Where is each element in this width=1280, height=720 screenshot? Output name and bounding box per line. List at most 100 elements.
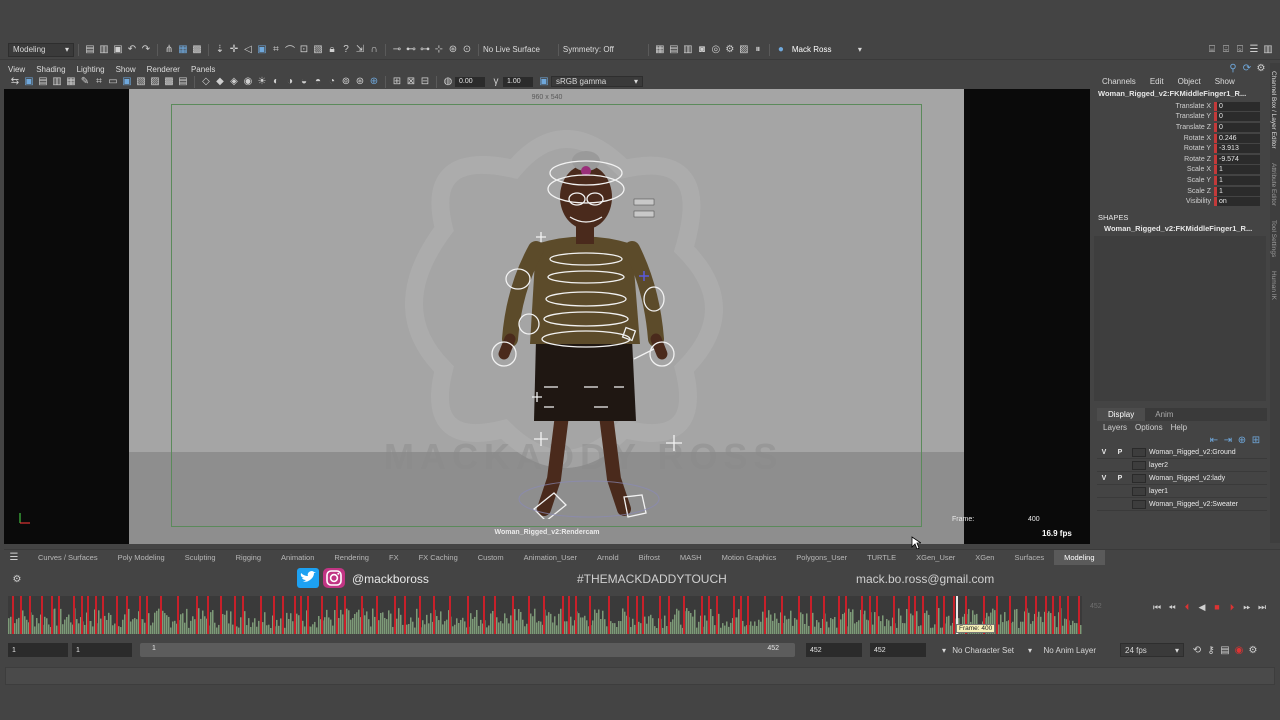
playback-end-field[interactable]: 452 [806, 643, 862, 657]
character-set-dropdown[interactable]: ▾ No Character Set [938, 643, 1018, 657]
stop-icon[interactable]: ■ [1210, 600, 1224, 614]
shelf-menu-icon[interactable]: ☰ [8, 551, 20, 563]
attribute-row[interactable]: Translate Y0 [1094, 112, 1268, 123]
shelf-tab[interactable]: Rigging [226, 550, 271, 565]
cb-key-icon[interactable]: ⚲ [1227, 62, 1239, 74]
anim-layer-dropdown[interactable]: ▾ No Anim Layer [1024, 643, 1100, 657]
shape-name[interactable]: Woman_Rigged_v2:FKMiddleFinger1_R... [1094, 224, 1268, 233]
attribute-row[interactable]: Visibility on [1094, 196, 1268, 207]
save-scene-icon[interactable]: ▣ [112, 44, 124, 56]
magnet-icon[interactable]: ∩ [368, 44, 380, 56]
gamma-field[interactable]: 1.00 [503, 76, 533, 87]
playback-start-field[interactable]: 1 [72, 643, 132, 657]
shelf-tab[interactable]: Polygons_User [786, 550, 857, 565]
start-time-field[interactable]: 1 [8, 643, 68, 657]
step-forward-frame-icon[interactable]: ⏵ [1225, 600, 1239, 614]
loop-icon[interactable]: ⟲ [1191, 644, 1203, 656]
fps-dropdown[interactable]: 24 fps ▾ [1120, 643, 1184, 657]
attribute-value[interactable]: -3.913 [1214, 144, 1260, 154]
motion-blur-icon[interactable]: ◒ [298, 76, 310, 88]
channel-box-icon[interactable]: ☰ [1248, 44, 1260, 56]
attribute-row[interactable]: Rotate Y -3.913 [1094, 143, 1268, 154]
field-chart-icon[interactable]: ▨ [149, 76, 161, 88]
menu-lighting[interactable]: Lighting [77, 65, 105, 74]
select-camera-icon[interactable]: ⇆ [9, 76, 21, 88]
exposure-field[interactable]: 0.00 [455, 76, 485, 87]
attribute-row[interactable]: Scale Y1 [1094, 175, 1268, 186]
color-management-icon[interactable]: ▣ [538, 76, 550, 88]
layer-color-swatch[interactable] [1132, 499, 1146, 509]
autokey-icon[interactable]: ◉ [1233, 644, 1245, 656]
anti-aliasing-icon[interactable]: ◓ [312, 76, 324, 88]
step-forward-key-icon[interactable]: ⏩︎ [1240, 600, 1254, 614]
range-slider[interactable]: 1 452 [140, 643, 795, 657]
command-line[interactable] [5, 667, 1275, 685]
snap-grid-icon[interactable]: ⌗ [270, 44, 282, 56]
go-to-end-icon[interactable]: ⏭︎ [1255, 600, 1269, 614]
pause-icon[interactable]: ⏸︎ [752, 44, 764, 56]
layer-color-swatch[interactable] [1132, 460, 1146, 470]
select-component-icon[interactable]: ▩ [191, 44, 203, 56]
lights-icon[interactable]: ☀ [256, 76, 268, 88]
help-icon[interactable]: ? [340, 44, 352, 56]
side-tab-channel-box[interactable]: Channel Box / Layer Editor [1270, 71, 1277, 149]
frame-all-icon[interactable]: ⊠ [405, 76, 417, 88]
shelf-tab[interactable]: Poly Modeling [108, 550, 175, 565]
undo-icon[interactable]: ↶ [126, 44, 138, 56]
cb-sync-icon[interactable]: ⟳ [1241, 62, 1253, 74]
attribute-row[interactable]: Scale X1 [1094, 165, 1268, 176]
xray-joints-icon[interactable]: ⊕ [368, 76, 380, 88]
shelf-tab[interactable]: MASH [670, 550, 712, 565]
attribute-value[interactable]: 0 [1214, 122, 1260, 132]
layer-color-swatch[interactable] [1132, 486, 1146, 496]
key-icon[interactable]: ⚷ [1205, 644, 1217, 656]
layer-visibility[interactable]: V [1097, 449, 1111, 456]
shelf-tab[interactable]: Animation [271, 550, 324, 565]
new-scene-icon[interactable]: ▤ [84, 44, 96, 56]
paint-select-icon[interactable]: ▣ [256, 44, 268, 56]
wireframe-on-shaded-icon[interactable]: ◈ [228, 76, 240, 88]
snap-live-icon[interactable]: ⊹ [433, 44, 445, 56]
symmetry-label[interactable]: Symmetry: Off [563, 45, 614, 54]
2d-pan-icon[interactable]: ▦ [65, 76, 77, 88]
tab-display[interactable]: Display [1097, 408, 1146, 421]
safe-action-icon[interactable]: ▩ [163, 76, 175, 88]
layer-color-swatch[interactable] [1132, 473, 1146, 483]
isolate-select-icon[interactable]: ⊚ [340, 76, 352, 88]
wireframe-icon[interactable]: ◇ [200, 76, 212, 88]
attribute-value[interactable]: 0 [1214, 112, 1260, 122]
select-hierarchy-icon[interactable]: ⋔ [163, 44, 175, 56]
render-setup-icon[interactable]: ⚙︎ [724, 44, 736, 56]
shelf-tab[interactable]: XGen [965, 550, 1004, 565]
grease-pencil-icon[interactable]: ✎ [79, 76, 91, 88]
side-tab-tool-settings[interactable]: Tool Settings [1270, 220, 1277, 257]
lock-icon[interactable]: 🔒︎ [326, 44, 338, 56]
attribute-value[interactable]: on [1214, 197, 1260, 207]
snap-curve-icon[interactable]: ⌒ [284, 44, 296, 57]
shelf-tab[interactable]: FX Caching [409, 550, 468, 565]
lasso-icon[interactable]: ◁ [242, 44, 254, 56]
timeline[interactable] [8, 596, 1082, 634]
layer-row[interactable]: V P Woman_Rigged_v2:lady [1097, 472, 1267, 485]
new-layer-icon[interactable]: ⊕ [1236, 434, 1248, 446]
menu-show[interactable]: Show [116, 65, 136, 74]
shelf-tab[interactable]: TURTLE [857, 550, 906, 565]
attribute-value[interactable]: 1 [1214, 186, 1260, 196]
snap-align-icon[interactable]: ⊷ [405, 44, 417, 56]
shelf-tab[interactable]: Motion Graphics [712, 550, 787, 565]
layer-row[interactable]: Woman_Rigged_v2:Sweater [1097, 498, 1267, 511]
layer-visibility[interactable]: V [1097, 475, 1111, 482]
shelf-tab[interactable]: Surfaces [1004, 550, 1054, 565]
step-back-key-icon[interactable]: ⏪︎ [1165, 600, 1179, 614]
new-layer-selected-icon[interactable]: ⊞ [1250, 434, 1262, 446]
attribute-row[interactable]: Rotate X 0.246 [1094, 133, 1268, 144]
menu-renderer[interactable]: Renderer [147, 65, 180, 74]
gate-mask-icon[interactable]: ▧ [135, 76, 147, 88]
character-rig[interactable] [474, 149, 704, 519]
snap-pivot-icon[interactable]: ⊙ [461, 44, 473, 56]
shelf-tab[interactable]: Animation_User [514, 550, 587, 565]
layer-menu-help[interactable]: Help [1171, 423, 1187, 432]
mode-dropdown[interactable]: Modeling ▾ [8, 42, 74, 57]
shelf-tab[interactable]: Sculpting [175, 550, 226, 565]
menu-panels[interactable]: Panels [191, 65, 215, 74]
